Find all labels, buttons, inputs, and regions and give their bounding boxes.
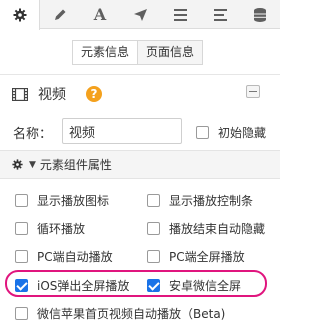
option-label: PC端自动播放 (37, 250, 113, 264)
name-label: 名称： (13, 127, 53, 142)
divider (0, 74, 280, 75)
wechat-apple-autoplay-option[interactable]: 微信苹果首页视频自动播放（Beta) (15, 305, 225, 322)
font-tab[interactable]: A (80, 0, 120, 29)
checkbox[interactable] (15, 307, 28, 320)
send-icon (133, 8, 147, 21)
layers-tab[interactable] (200, 0, 240, 29)
gear-icon (13, 8, 26, 22)
pencil-icon (55, 9, 66, 20)
tab-page-info[interactable]: 页面信息 (138, 40, 204, 65)
component-properties-section[interactable]: ▼ 元素组件属性 (0, 150, 280, 179)
settings-tab[interactable] (0, 0, 40, 30)
checkbox[interactable] (147, 194, 160, 207)
send-tab[interactable] (120, 0, 160, 29)
loop-play-option[interactable]: 循环播放 (15, 220, 85, 237)
data-tab[interactable] (240, 0, 280, 29)
edit-tab[interactable] (40, 0, 80, 29)
checkbox[interactable] (15, 194, 28, 207)
info-tabs: 元素信息 页面信息 (72, 40, 204, 65)
collapse-button[interactable] (246, 85, 260, 98)
show-play-controls-option[interactable]: 显示播放控制条 (147, 192, 253, 209)
caret-down-icon: ▼ (29, 159, 36, 170)
section-title: 元素组件属性 (39, 158, 112, 172)
option-label: 微信苹果首页视频自动播放（Beta) (37, 307, 226, 321)
checkbox[interactable] (15, 250, 28, 263)
initial-hidden-label: 初始隐藏 (218, 126, 267, 140)
option-label: 循环播放 (37, 222, 86, 236)
bars-icon (213, 8, 227, 21)
option-label: 显示播放控制条 (169, 194, 254, 208)
option-label: 播放结束自动隐藏 (169, 222, 266, 236)
font-icon: A (93, 4, 107, 24)
checkbox[interactable] (15, 222, 28, 235)
auto-hide-option[interactable]: 播放结束自动隐藏 (147, 220, 265, 237)
list-tab[interactable] (160, 0, 200, 29)
element-header: 视频 (12, 84, 66, 104)
list-icon (173, 8, 187, 21)
help-icon[interactable]: ? (86, 86, 102, 102)
show-play-icon-option[interactable]: 显示播放图标 (15, 192, 109, 209)
highlight-annotation (5, 270, 267, 297)
checkbox[interactable] (147, 222, 160, 235)
tab-element-info[interactable]: 元素信息 (72, 40, 139, 65)
element-title: 视频 (38, 87, 66, 103)
film-icon (12, 87, 28, 101)
option-label: PC端全屏播放 (169, 250, 245, 264)
initial-hidden-checkbox[interactable]: 初始隐藏 (196, 124, 266, 141)
checkbox[interactable] (196, 126, 209, 139)
gear-icon (12, 159, 23, 170)
pc-autoplay-option[interactable]: PC端自动播放 (15, 248, 113, 265)
tool-tab-bar: A (0, 0, 280, 30)
option-label: 显示播放图标 (37, 194, 110, 208)
name-input[interactable] (62, 118, 182, 144)
database-icon (254, 7, 266, 22)
checkbox[interactable] (147, 250, 160, 263)
pc-fullscreen-option[interactable]: PC端全屏播放 (147, 248, 245, 265)
